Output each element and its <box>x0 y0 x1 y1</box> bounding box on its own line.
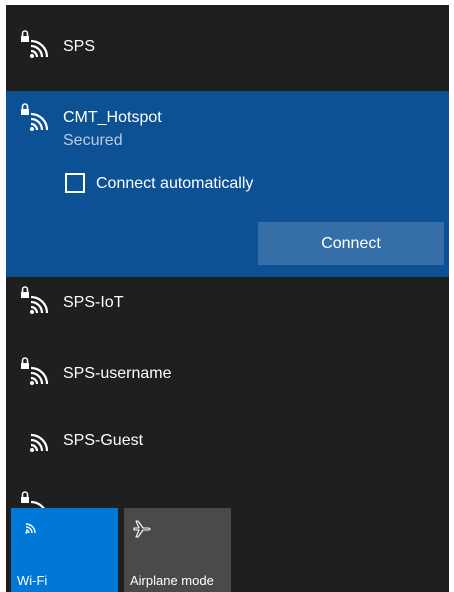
airplane-mode-tile[interactable]: Airplane mode <box>124 508 231 592</box>
network-item-sps-username[interactable]: SPS-username <box>6 336 449 408</box>
wifi-secured-icon <box>21 30 49 58</box>
wifi-tile-label: Wi-Fi <box>17 573 48 588</box>
wifi-secured-icon <box>21 103 49 131</box>
wifi-icon <box>25 523 36 534</box>
wifi-icon <box>30 433 49 452</box>
network-ssid: SPS-IoT <box>63 294 124 311</box>
connect-automatically-label: Connect automatically <box>96 175 254 192</box>
connect-button[interactable]: Connect <box>258 222 444 265</box>
wifi-toggle-tile[interactable]: Wi-Fi <box>11 508 118 592</box>
network-ssid: SPS <box>63 38 96 55</box>
network-item-partial[interactable] <box>6 471 449 519</box>
checkbox-box[interactable] <box>65 173 85 193</box>
network-flyout: SPS CMT_Hotspot Secured Connect automati… <box>6 5 449 592</box>
network-ssid: SPS-username <box>63 365 172 382</box>
airplane-tile-label: Airplane mode <box>130 573 214 588</box>
connect-automatically-checkbox[interactable]: Connect automatically <box>65 171 305 197</box>
wifi-secured-icon <box>21 286 49 314</box>
network-item-sps-iot[interactable]: SPS-IoT <box>6 265 449 337</box>
wifi-secured-icon <box>21 357 49 385</box>
network-ssid: CMT_Hotspot <box>63 109 162 126</box>
network-ssid: SPS-Guest <box>63 432 144 449</box>
network-status: Secured <box>63 132 123 149</box>
network-item-sps[interactable]: SPS <box>6 9 449 81</box>
selected-network-panel[interactable]: CMT_Hotspot Secured Connect automaticall… <box>6 91 449 277</box>
airplane-icon <box>133 520 151 538</box>
network-item-sps-guest[interactable]: SPS-Guest <box>6 403 449 475</box>
